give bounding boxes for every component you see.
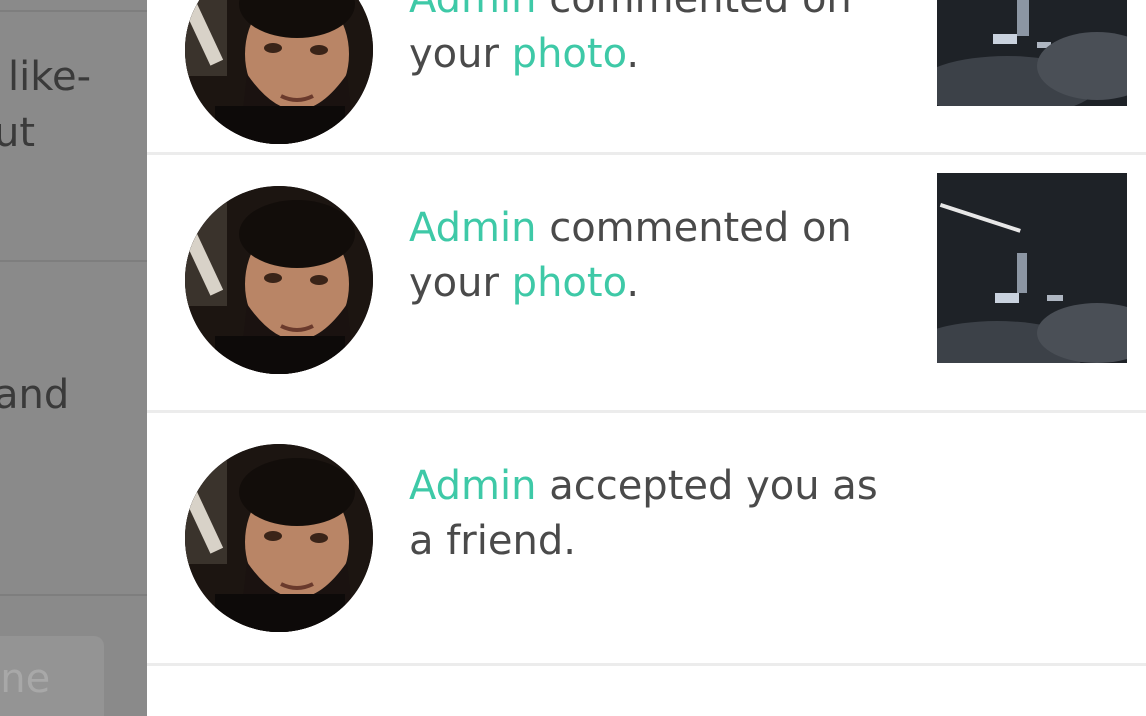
background-divider [0, 260, 147, 262]
background-text-line: like- [8, 54, 92, 100]
background-divider [0, 10, 147, 12]
notification-text: Admin commented on your photo. [409, 201, 929, 311]
user-avatar[interactable] [185, 186, 373, 374]
punctuation: . [626, 260, 640, 306]
notification-item[interactable]: Admin accepted you as a friend. [147, 413, 1146, 663]
object-link[interactable]: photo [512, 31, 627, 77]
background-divider [0, 594, 147, 596]
photo-thumbnail[interactable] [937, 173, 1127, 363]
actor-link[interactable]: Admin [409, 463, 536, 509]
punctuation: . [626, 31, 640, 77]
notification-action-tail: a friend. [409, 518, 576, 564]
actor-link[interactable]: Admin [409, 205, 536, 251]
user-avatar[interactable] [185, 0, 373, 144]
actor-link[interactable]: Admin [409, 0, 536, 22]
notification-action-tail: your [409, 260, 499, 306]
user-avatar[interactable] [185, 444, 373, 632]
notification-action-tail: your [409, 31, 499, 77]
notification-item[interactable]: Admin commented on your photo. [147, 0, 1146, 152]
background-text-line: and [0, 372, 70, 418]
background-text-line: ut [0, 110, 36, 156]
notification-item[interactable]: Admin commented on your photo. [147, 155, 1146, 410]
background-button-label: line [0, 656, 51, 702]
notification-text: Admin commented on your photo. [409, 0, 929, 82]
notifications-panel: Admin commented on your photo. [147, 0, 1146, 716]
notification-action: accepted you as [549, 463, 878, 509]
object-link[interactable]: photo [512, 260, 627, 306]
row-divider [147, 663, 1146, 666]
photo-thumbnail[interactable] [937, 0, 1127, 106]
notification-action: commented on [549, 205, 852, 251]
notification-text: Admin accepted you as a friend. [409, 459, 929, 569]
notification-action: commented on [549, 0, 852, 22]
screen: like- ut and line [0, 0, 1146, 716]
background-page-overlay[interactable]: like- ut and line [0, 0, 147, 716]
